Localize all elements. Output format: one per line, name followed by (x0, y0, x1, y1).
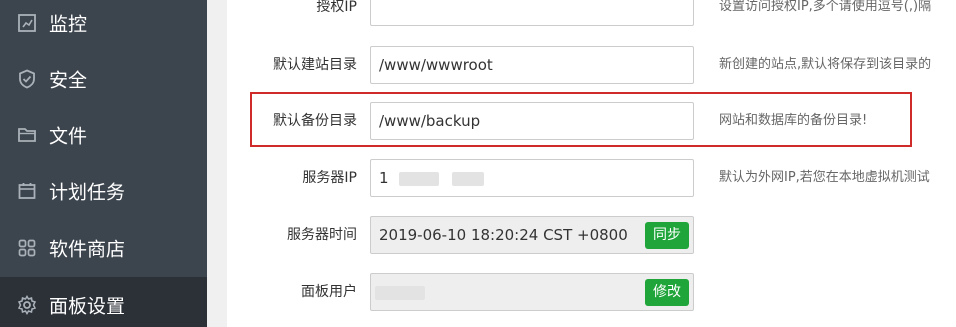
sidebar-item-label: 监控 (49, 13, 88, 36)
sidebar-item-files[interactable]: 文件 (0, 107, 207, 163)
sidebar-item-label: 面板设置 (49, 295, 126, 318)
default-site-dir-input[interactable] (370, 46, 694, 84)
redacted-text (452, 171, 485, 186)
sidebar-item-monitor[interactable]: 监控 (0, 0, 207, 51)
sync-time-button[interactable]: 同步 (645, 222, 689, 249)
sidebar-item-label: 安全 (49, 69, 88, 92)
gear-icon (17, 295, 37, 315)
sidebar-item-security[interactable]: 安全 (0, 51, 207, 107)
calendar-icon (17, 181, 37, 201)
edit-user-button[interactable]: 修改 (645, 279, 689, 306)
sidebar-item-label: 文件 (49, 125, 88, 148)
sidebar: 监控 安全 文件 计划任务 软件商店 面板设置 (0, 0, 207, 327)
apps-grid-icon (17, 238, 37, 258)
server-time-field: 2019-06-10 18:20:24 CST +0800 同步 (370, 216, 694, 254)
form-row-auth-ip: 授权IP 设置访问授权IP,多个请使用逗号(,)隔 (227, 0, 956, 28)
panel-user-field: 修改 (370, 273, 694, 311)
highlight-annotation (250, 92, 912, 147)
redacted-text (399, 171, 440, 186)
sidebar-item-panel-settings[interactable]: 面板设置 (0, 277, 207, 327)
server-ip-input[interactable]: 1 (370, 159, 694, 197)
form-row-default-site-dir: 默认建站目录 新创建的站点,默认将保存到该目录的 (227, 46, 956, 86)
monitor-icon (17, 13, 37, 33)
sidebar-item-label: 计划任务 (49, 181, 126, 204)
server-ip-label: 服务器IP (302, 170, 357, 186)
auth-ip-input[interactable] (370, 0, 694, 26)
sidebar-item-label: 软件商店 (49, 238, 126, 261)
shield-icon (17, 69, 37, 89)
sidebar-item-software-store[interactable]: 软件商店 (0, 220, 207, 276)
form-row-server-ip: 服务器IP 1 默认为外网IP,若您在本地虚拟机测试 (227, 159, 956, 199)
settings-form: 授权IP 设置访问授权IP,多个请使用逗号(,)隔 默认建站目录 新创建的站点,… (227, 0, 956, 327)
default-site-dir-label: 默认建站目录 (273, 57, 357, 73)
panel-user-label: 面板用户 (301, 284, 357, 300)
folder-icon (17, 125, 37, 145)
redacted-text (375, 285, 425, 300)
form-row-panel-user: 面板用户 修改 (227, 273, 956, 313)
auth-ip-label: 授权IP (316, 0, 357, 15)
server-time-value: 2019-06-10 18:20:24 CST +0800 (379, 226, 628, 244)
default-site-dir-hint: 新创建的站点,默认将保存到该目录的 (719, 57, 932, 72)
form-row-server-time: 服务器时间 2019-06-10 18:20:24 CST +0800 同步 (227, 216, 956, 256)
server-ip-hint: 默认为外网IP,若您在本地虚拟机测试 (719, 170, 930, 185)
content-gutter (207, 0, 227, 327)
server-time-label: 服务器时间 (287, 227, 357, 243)
auth-ip-hint: 设置访问授权IP,多个请使用逗号(,)隔 (719, 0, 932, 14)
server-ip-value: 1 (379, 169, 389, 187)
sidebar-item-cron[interactable]: 计划任务 (0, 163, 207, 219)
